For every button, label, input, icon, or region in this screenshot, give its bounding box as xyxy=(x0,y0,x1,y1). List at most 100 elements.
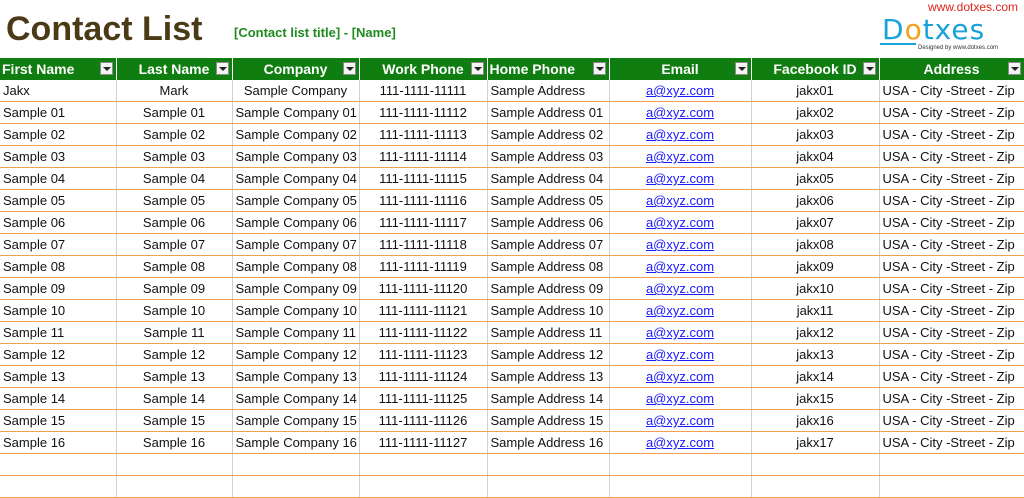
cell-first-name[interactable]: Sample 07 xyxy=(0,233,117,256)
cell-first-name[interactable]: Jakx xyxy=(0,80,117,102)
cell-address[interactable]: USA - City -Street - Zip xyxy=(879,387,1024,410)
email-link[interactable]: a@xyz.com xyxy=(646,259,714,274)
cell-first-name[interactable]: Sample 03 xyxy=(0,145,117,168)
cell-email[interactable]: a@xyz.com xyxy=(609,123,752,146)
cell-first-name[interactable]: Sample 01 xyxy=(0,101,117,124)
cell-home-phone[interactable]: Sample Address 02 xyxy=(487,123,610,146)
cell-last-name[interactable]: Sample 01 xyxy=(116,101,233,124)
cell-company[interactable]: Sample Company 03 xyxy=(232,145,360,168)
cell-facebook-id[interactable]: jakx15 xyxy=(751,387,880,410)
cell-home-phone[interactable]: Sample Address 16 xyxy=(487,431,610,454)
cell-facebook-id[interactable]: jakx13 xyxy=(751,343,880,366)
dropdown-arrow-icon[interactable] xyxy=(470,62,484,75)
cell-address[interactable]: USA - City -Street - Zip xyxy=(879,321,1024,344)
cell-email[interactable]: a@xyz.com xyxy=(609,343,752,366)
empty-cell[interactable] xyxy=(751,475,880,498)
cell-address[interactable]: USA - City -Street - Zip xyxy=(879,277,1024,300)
empty-cell[interactable] xyxy=(609,453,752,476)
empty-cell[interactable] xyxy=(879,475,1024,498)
cell-first-name[interactable]: Sample 15 xyxy=(0,409,117,432)
empty-cell[interactable] xyxy=(116,475,233,498)
cell-home-phone[interactable]: Sample Address 13 xyxy=(487,365,610,388)
cell-last-name[interactable]: Sample 08 xyxy=(116,255,233,278)
cell-first-name[interactable]: Sample 09 xyxy=(0,277,117,300)
cell-first-name[interactable]: Sample 12 xyxy=(0,343,117,366)
cell-company[interactable]: Sample Company 16 xyxy=(232,431,360,454)
cell-facebook-id[interactable]: jakx06 xyxy=(751,189,880,212)
cell-email[interactable]: a@xyz.com xyxy=(609,145,752,168)
email-link[interactable]: a@xyz.com xyxy=(646,83,714,98)
cell-address[interactable]: USA - City -Street - Zip xyxy=(879,299,1024,322)
cell-last-name[interactable]: Mark xyxy=(116,80,233,102)
cell-first-name[interactable]: Sample 02 xyxy=(0,123,117,146)
cell-email[interactable]: a@xyz.com xyxy=(609,365,752,388)
cell-work-phone[interactable]: 111-1111-11119 xyxy=(359,255,488,278)
dropdown-arrow-icon[interactable] xyxy=(862,62,876,75)
cell-home-phone[interactable]: Sample Address 11 xyxy=(487,321,610,344)
cell-last-name[interactable]: Sample 07 xyxy=(116,233,233,256)
cell-email[interactable]: a@xyz.com xyxy=(609,211,752,234)
brand-url[interactable]: www.dotxes.com xyxy=(928,0,1018,14)
empty-cell[interactable] xyxy=(609,475,752,498)
cell-email[interactable]: a@xyz.com xyxy=(609,321,752,344)
cell-last-name[interactable]: Sample 15 xyxy=(116,409,233,432)
email-link[interactable]: a@xyz.com xyxy=(646,127,714,142)
cell-facebook-id[interactable]: jakx17 xyxy=(751,431,880,454)
cell-facebook-id[interactable]: jakx10 xyxy=(751,277,880,300)
cell-last-name[interactable]: Sample 12 xyxy=(116,343,233,366)
cell-work-phone[interactable]: 111-1111-11111 xyxy=(359,80,488,102)
dropdown-arrow-icon[interactable] xyxy=(342,62,356,75)
cell-email[interactable]: a@xyz.com xyxy=(609,387,752,410)
cell-facebook-id[interactable]: jakx01 xyxy=(751,80,880,102)
cell-last-name[interactable]: Sample 11 xyxy=(116,321,233,344)
cell-work-phone[interactable]: 111-1111-11124 xyxy=(359,365,488,388)
empty-cell[interactable] xyxy=(751,453,880,476)
cell-home-phone[interactable]: Sample Address 03 xyxy=(487,145,610,168)
email-link[interactable]: a@xyz.com xyxy=(646,215,714,230)
cell-facebook-id[interactable]: jakx08 xyxy=(751,233,880,256)
cell-company[interactable]: Sample Company 10 xyxy=(232,299,360,322)
cell-facebook-id[interactable]: jakx16 xyxy=(751,409,880,432)
empty-cell[interactable] xyxy=(487,475,610,498)
cell-company[interactable]: Sample Company 05 xyxy=(232,189,360,212)
cell-email[interactable]: a@xyz.com xyxy=(609,189,752,212)
cell-company[interactable]: Sample Company 13 xyxy=(232,365,360,388)
cell-address[interactable]: USA - City -Street - Zip xyxy=(879,167,1024,190)
column-header-address[interactable]: Address xyxy=(879,58,1024,80)
cell-work-phone[interactable]: 111-1111-11113 xyxy=(359,123,488,146)
cell-home-phone[interactable]: Sample Address 14 xyxy=(487,387,610,410)
cell-address[interactable]: USA - City -Street - Zip xyxy=(879,80,1024,102)
cell-work-phone[interactable]: 111-1111-11125 xyxy=(359,387,488,410)
email-link[interactable]: a@xyz.com xyxy=(646,413,714,428)
email-link[interactable]: a@xyz.com xyxy=(646,237,714,252)
cell-address[interactable]: USA - City -Street - Zip xyxy=(879,123,1024,146)
empty-cell[interactable] xyxy=(0,475,117,498)
cell-work-phone[interactable]: 111-1111-11112 xyxy=(359,101,488,124)
email-link[interactable]: a@xyz.com xyxy=(646,325,714,340)
cell-company[interactable]: Sample Company 15 xyxy=(232,409,360,432)
cell-facebook-id[interactable]: jakx04 xyxy=(751,145,880,168)
cell-work-phone[interactable]: 111-1111-11117 xyxy=(359,211,488,234)
cell-email[interactable]: a@xyz.com xyxy=(609,431,752,454)
cell-work-phone[interactable]: 111-1111-11115 xyxy=(359,167,488,190)
cell-address[interactable]: USA - City -Street - Zip xyxy=(879,431,1024,454)
cell-first-name[interactable]: Sample 10 xyxy=(0,299,117,322)
empty-cell[interactable] xyxy=(0,453,117,476)
empty-cell[interactable] xyxy=(232,475,360,498)
cell-first-name[interactable]: Sample 14 xyxy=(0,387,117,410)
email-link[interactable]: a@xyz.com xyxy=(646,347,714,362)
cell-last-name[interactable]: Sample 02 xyxy=(116,123,233,146)
cell-company[interactable]: Sample Company 02 xyxy=(232,123,360,146)
email-link[interactable]: a@xyz.com xyxy=(646,435,714,450)
cell-facebook-id[interactable]: jakx07 xyxy=(751,211,880,234)
cell-work-phone[interactable]: 111-1111-11116 xyxy=(359,189,488,212)
cell-email[interactable]: a@xyz.com xyxy=(609,299,752,322)
cell-company[interactable]: Sample Company 07 xyxy=(232,233,360,256)
cell-facebook-id[interactable]: jakx02 xyxy=(751,101,880,124)
cell-company[interactable]: Sample Company 12 xyxy=(232,343,360,366)
empty-cell[interactable] xyxy=(879,453,1024,476)
cell-work-phone[interactable]: 111-1111-11123 xyxy=(359,343,488,366)
cell-company[interactable]: Sample Company xyxy=(232,80,360,102)
cell-first-name[interactable]: Sample 11 xyxy=(0,321,117,344)
email-link[interactable]: a@xyz.com xyxy=(646,105,714,120)
